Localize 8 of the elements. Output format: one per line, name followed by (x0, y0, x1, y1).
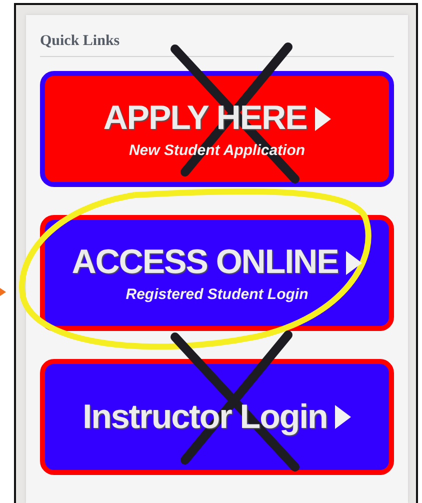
play-arrow-icon (314, 106, 331, 130)
button-title: ACCESS ONLINE (72, 243, 338, 282)
play-arrow-icon (335, 405, 352, 429)
arrow-mark (0, 288, 6, 296)
panel-title: Quick Links (40, 33, 121, 51)
button-subtitle: Registered Student Login (126, 286, 308, 303)
play-arrow-icon (346, 250, 362, 274)
link-button[interactable]: ACCESS ONLINE Registered Student Login (40, 215, 394, 331)
